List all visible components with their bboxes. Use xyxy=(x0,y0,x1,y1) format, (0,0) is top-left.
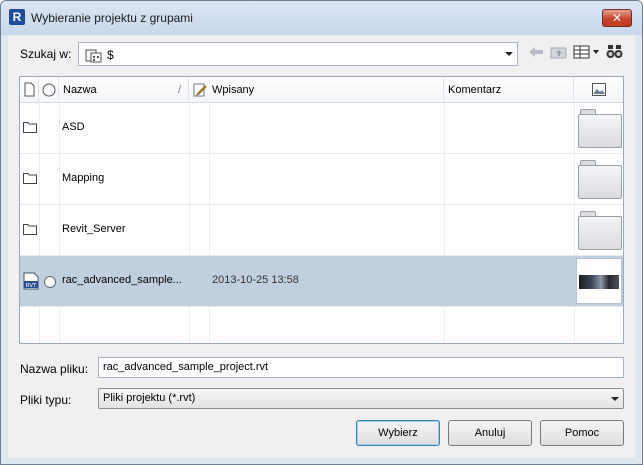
rvt-file-icon: RVT xyxy=(23,272,39,290)
list-header: Nazwa / Wpisany Komentarz xyxy=(20,77,623,103)
dialog-body: Szukaj w: $ Nazwa / Wpisany Komentarz AS… xyxy=(8,35,635,458)
title-bar[interactable]: R Wybieranie projektu z grupami ✕ xyxy=(1,1,642,35)
chevron-down-icon[interactable] xyxy=(611,397,619,401)
lookin-combo[interactable]: $ xyxy=(78,42,518,66)
close-icon[interactable]: ✕ xyxy=(602,9,632,27)
document-icon xyxy=(24,82,35,97)
filename-value: rac_advanced_sample_project.rvt xyxy=(103,361,269,373)
folder-icon xyxy=(23,173,37,184)
column-name-label: Nazwa xyxy=(63,84,97,96)
filetype-label: Pliki typu: xyxy=(20,393,72,407)
preview-icon xyxy=(592,83,606,96)
folder-icon xyxy=(578,105,622,151)
folder-icon xyxy=(23,224,37,235)
item-name: rac_advanced_sample... xyxy=(62,274,182,286)
filename-input[interactable]: rac_advanced_sample_project.rvt xyxy=(98,357,624,378)
list-item[interactable]: ASD xyxy=(20,103,623,154)
item-name: Revit_Server xyxy=(62,223,126,235)
sort-indicator: / xyxy=(178,84,182,96)
filename-label: Nazwa pliku: xyxy=(20,362,89,376)
radio-icon xyxy=(44,276,56,288)
list-item-selected[interactable]: RVT rac_advanced_sample... 2013-10-25 13… xyxy=(20,256,623,307)
column-preview[interactable] xyxy=(574,77,623,103)
rvt-badge: RVT xyxy=(26,283,37,289)
choose-button[interactable]: Wybierz xyxy=(356,420,440,446)
column-name[interactable]: Nazwa / xyxy=(59,77,189,103)
filetype-value: Pliki projektu (*.rvt) xyxy=(103,392,196,404)
column-comment[interactable]: Komentarz xyxy=(444,77,574,103)
chevron-down-icon[interactable] xyxy=(505,52,513,56)
filetype-select[interactable]: Pliki projektu (*.rvt) xyxy=(98,388,624,409)
views-icon[interactable] xyxy=(573,45,601,62)
column-status[interactable] xyxy=(39,77,59,103)
list-item[interactable]: Revit_Server xyxy=(20,205,623,256)
folder-group-icon xyxy=(85,47,103,66)
cancel-button[interactable]: Anuluj xyxy=(448,420,532,446)
folder-icon xyxy=(578,207,622,253)
up-folder-icon[interactable] xyxy=(550,45,568,62)
folder-icon xyxy=(23,122,37,133)
folder-icon xyxy=(578,156,622,202)
preview-thumbnail xyxy=(576,258,622,304)
lookin-label: Szukaj w: xyxy=(20,47,72,61)
item-name: ASD xyxy=(62,121,85,133)
column-type[interactable] xyxy=(20,77,39,103)
list-item[interactable]: Mapping xyxy=(20,154,623,205)
window-title: Wybieranie projektu z grupami xyxy=(31,11,193,25)
dialog-window: R Wybieranie projektu z grupami ✕ Szukaj… xyxy=(0,0,643,465)
column-comment-label: Komentarz xyxy=(448,84,502,96)
column-checked-in[interactable]: Wpisany xyxy=(189,77,444,103)
item-date: 2013-10-25 13:58 xyxy=(212,274,299,286)
lookin-value: $ xyxy=(107,48,114,62)
search-icon[interactable] xyxy=(606,44,624,63)
help-button[interactable]: Pomoc xyxy=(540,420,624,446)
app-icon: R xyxy=(9,9,25,25)
column-checked-in-label: Wpisany xyxy=(212,84,255,96)
edit-icon xyxy=(193,83,207,97)
back-icon[interactable] xyxy=(528,45,544,62)
item-name: Mapping xyxy=(62,172,105,184)
radio-icon xyxy=(42,83,56,97)
file-list[interactable]: Nazwa / Wpisany Komentarz ASD Mapping Re… xyxy=(19,76,624,344)
